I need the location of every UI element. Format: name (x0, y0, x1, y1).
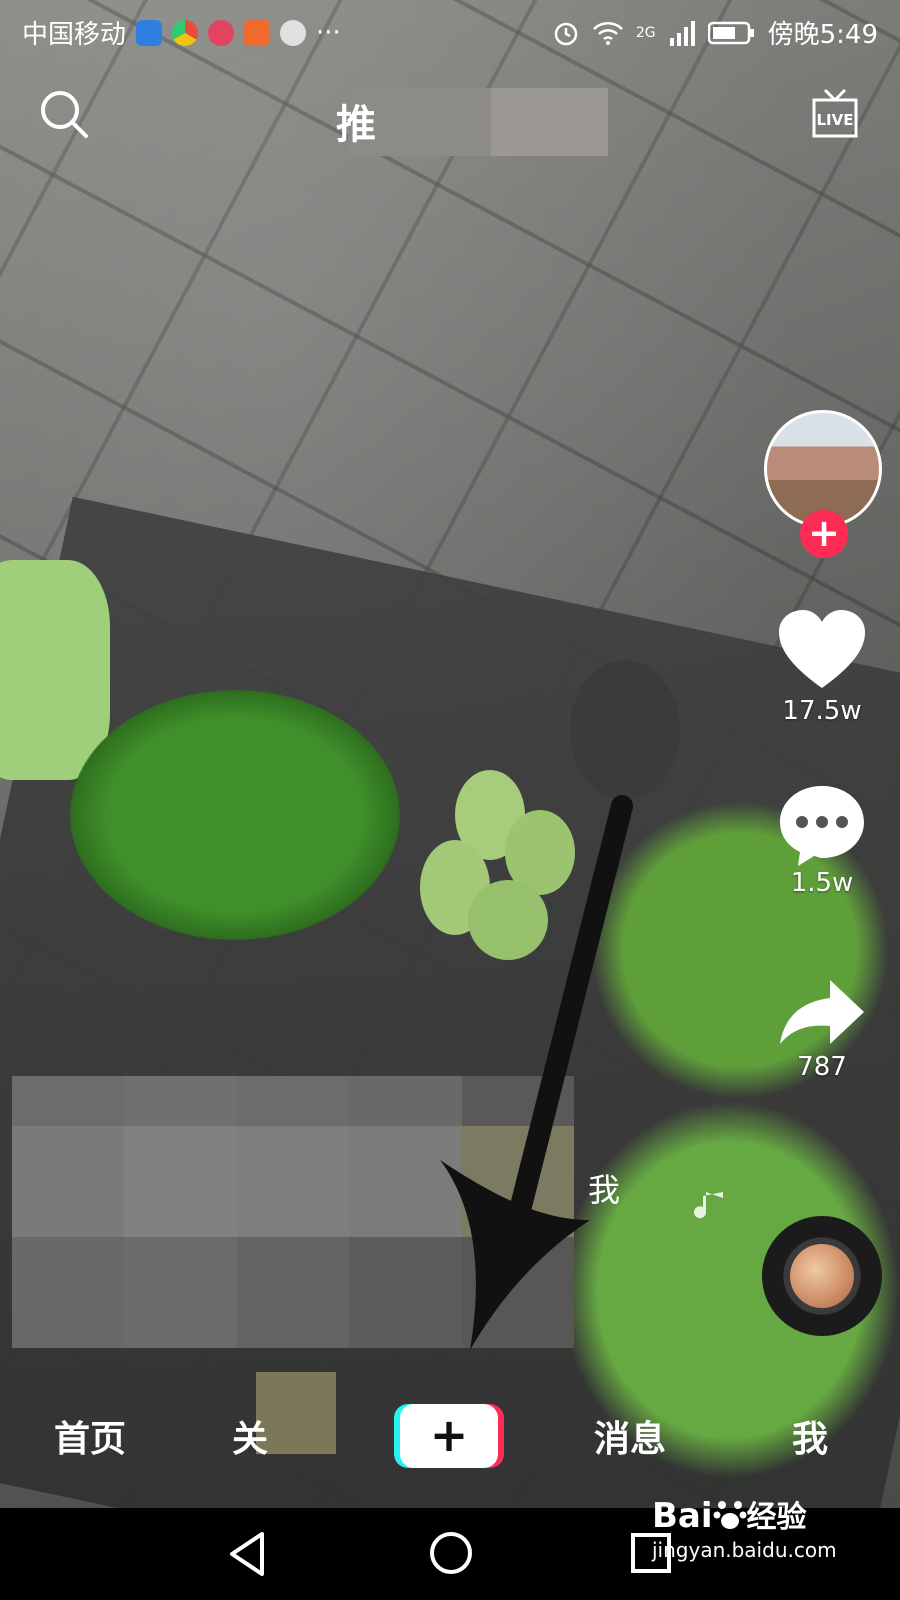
signal-icon (669, 20, 695, 46)
green-peppers (70, 690, 400, 940)
watermark-brand: Bai (652, 1496, 713, 1536)
page-title-tabs[interactable]: 推 (336, 88, 608, 156)
tab-follow[interactable]: 关 (232, 1410, 268, 1462)
live-icon[interactable]: LIVE (808, 86, 862, 142)
watermark-brand2: 经验 (746, 1500, 807, 1535)
home-circle-icon[interactable] (428, 1530, 474, 1576)
music-cover (790, 1244, 854, 1308)
chayote-4 (468, 880, 548, 960)
music-app-icon (208, 19, 235, 46)
shield-app-icon (136, 19, 163, 46)
comment-icon (780, 786, 864, 866)
music-note-icon (694, 1192, 723, 1219)
wifi-icon (592, 21, 623, 45)
heart-icon (779, 610, 865, 688)
svg-text:LIVE: LIVE (817, 111, 854, 129)
bottom-tab-bar: 首页 关 + 消息 我 (0, 1390, 900, 1480)
like-count: 17.5w (782, 696, 862, 726)
comment-count: 1.5w (790, 868, 854, 898)
music-author-label: 我 (588, 1171, 621, 1209)
clock: 傍晚5:49 (767, 20, 878, 50)
search-icon[interactable] (38, 88, 90, 140)
watermark-url: jingyan.baidu.com (652, 1538, 837, 1562)
music-disc[interactable] (762, 1216, 882, 1336)
alarm-icon (554, 22, 578, 45)
green-onions (0, 560, 110, 780)
paw-icon (713, 1501, 747, 1529)
share-count: 787 (797, 1052, 847, 1082)
baidu-watermark: Bai 经验 jingyan.baidu.com (652, 1496, 852, 1562)
follow-button[interactable]: + (800, 510, 848, 558)
video-app-icon (244, 19, 271, 46)
like-button[interactable]: 17.5w (762, 608, 882, 726)
carrier-label: 中国移动 (22, 20, 127, 50)
chrome-app-icon (172, 19, 199, 46)
title-partial: 推 (336, 102, 376, 148)
share-icon (780, 980, 864, 1044)
wet-spot (570, 660, 680, 800)
tab-me[interactable]: 我 (792, 1410, 828, 1462)
share-button[interactable]: 787 (762, 978, 882, 1082)
network-type: 2G (635, 24, 656, 41)
comment-button[interactable]: 1.5w (762, 782, 882, 898)
blurred-caption (12, 1076, 574, 1348)
tab-home[interactable]: 首页 (54, 1410, 126, 1462)
tab-messages[interactable]: 消息 (594, 1410, 666, 1462)
create-post-button[interactable]: + (400, 1404, 498, 1468)
more-notifications: ··· (316, 17, 341, 48)
back-icon[interactable] (228, 1530, 268, 1578)
wechat-app-icon (280, 19, 307, 46)
status-bar: 中国移动 ··· 2G 傍晚5:49 (0, 0, 900, 62)
battery-icon (707, 21, 754, 44)
